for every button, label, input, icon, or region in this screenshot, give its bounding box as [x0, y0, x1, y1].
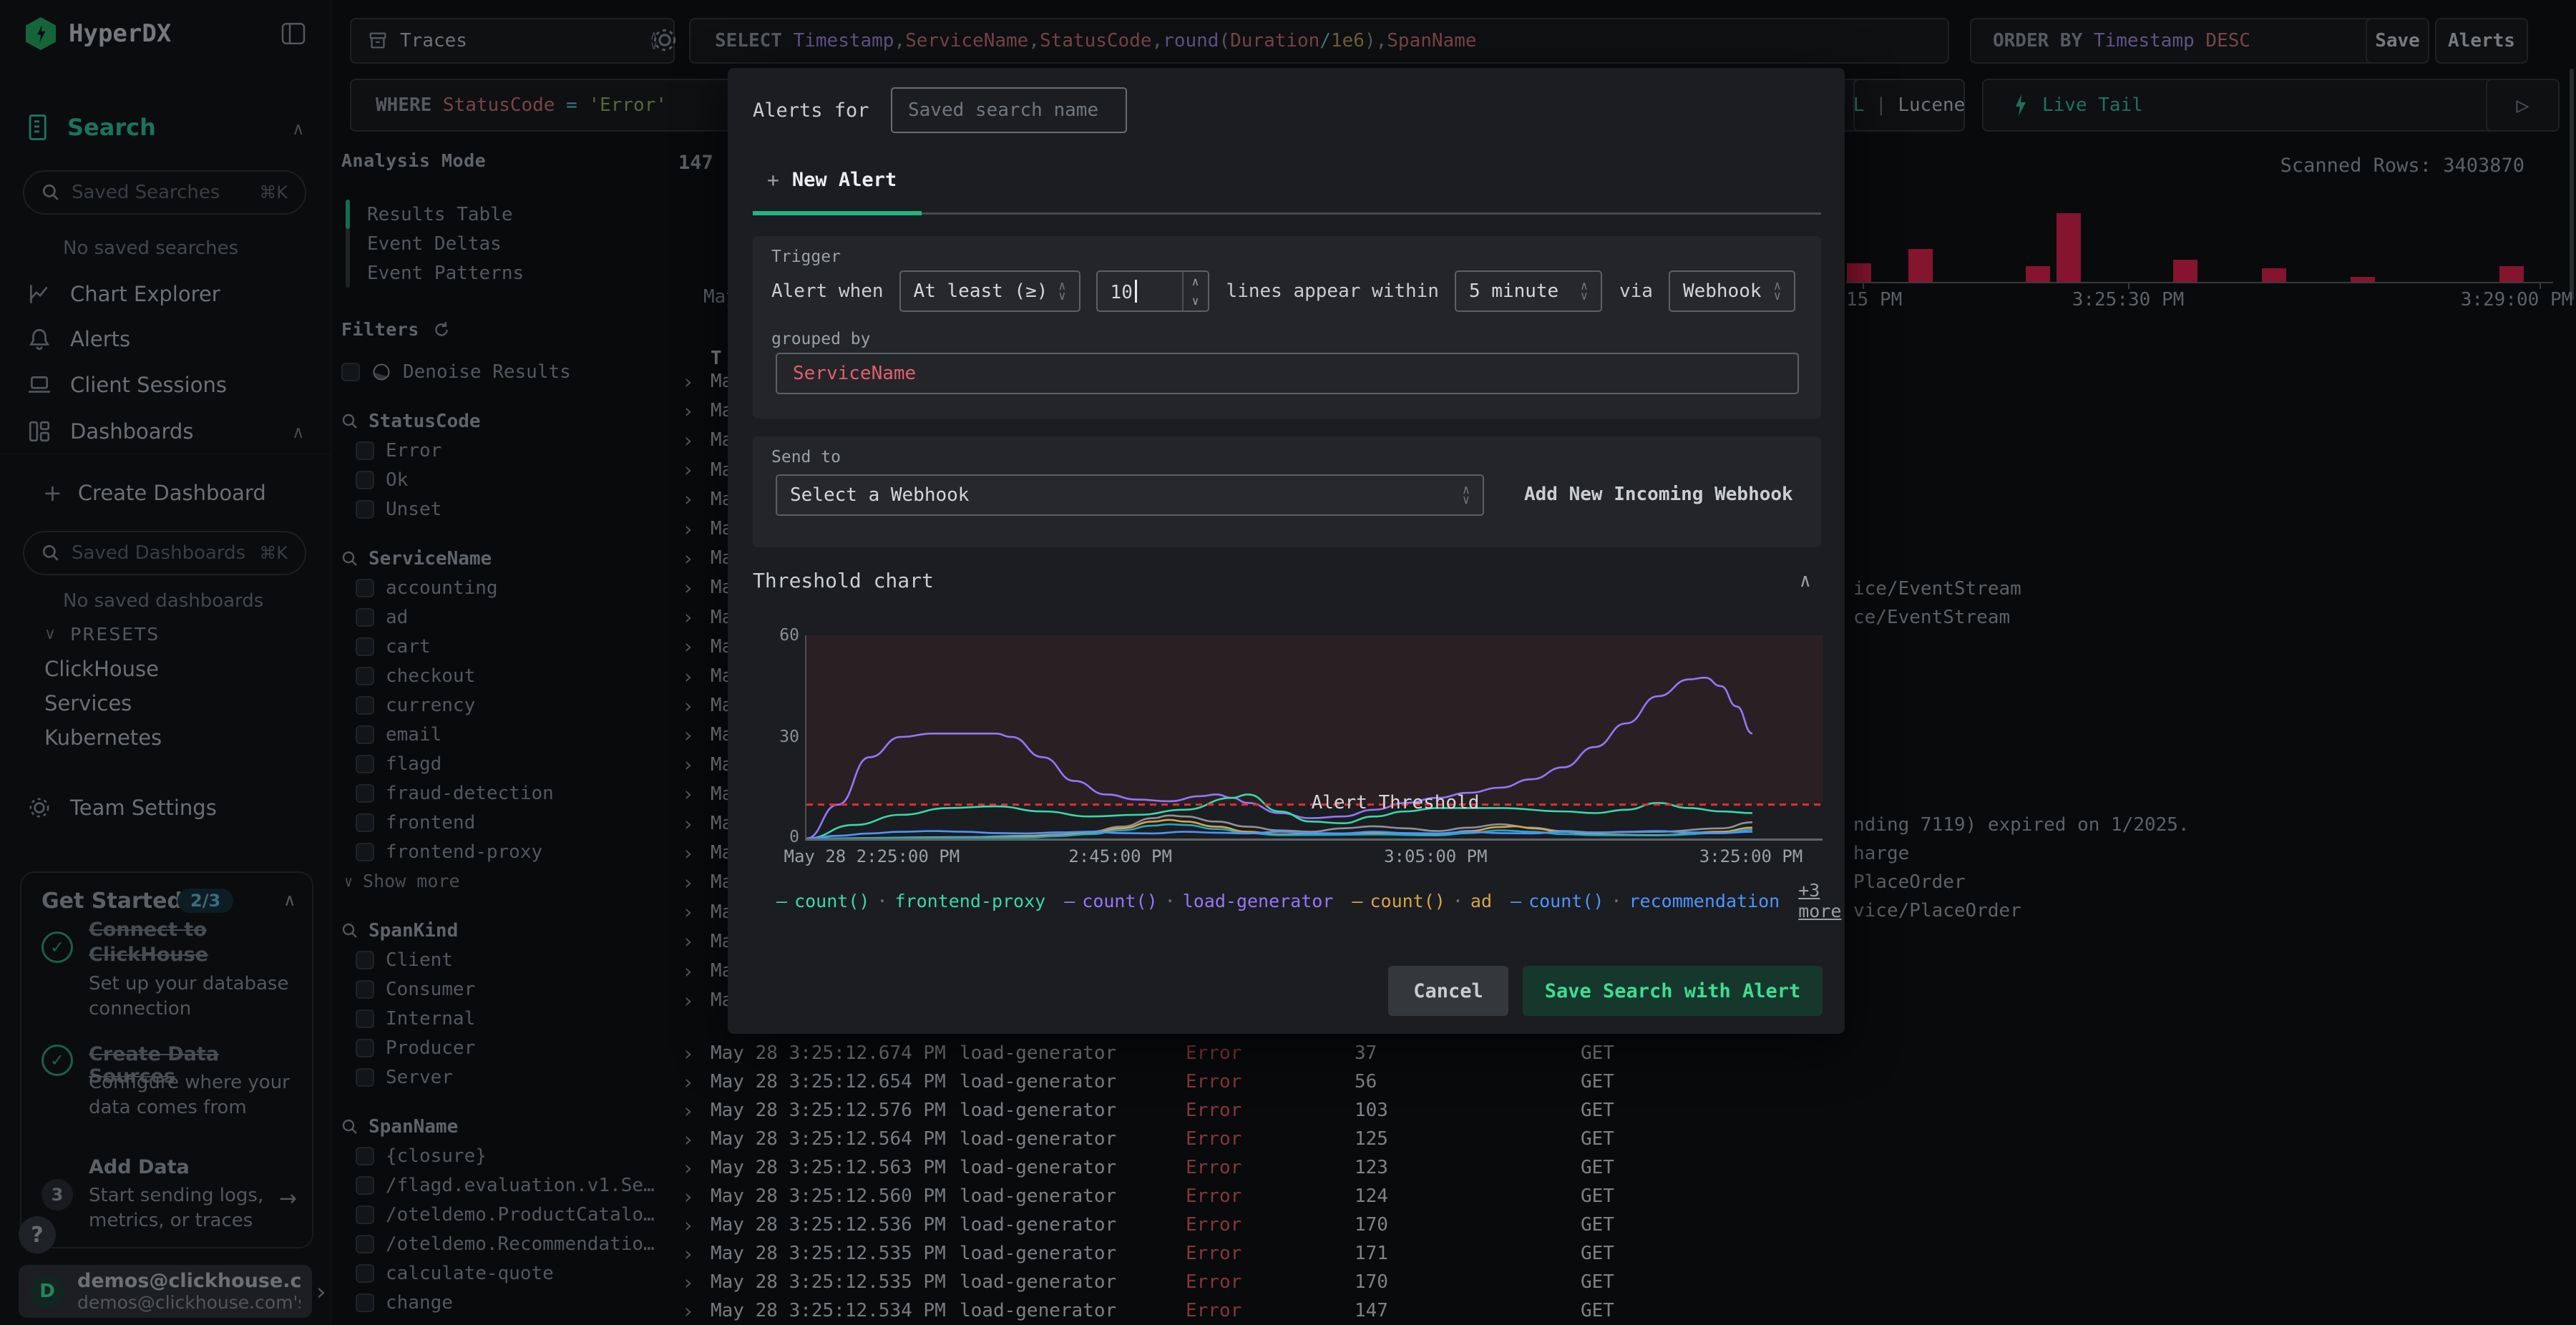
legend-dash: —: [1064, 890, 1075, 911]
tab-underline-active: [753, 211, 922, 215]
via-label: via: [1619, 280, 1653, 302]
legend-count: count(): [1528, 890, 1604, 911]
alert-threshold-text: Alert Threshold: [1311, 792, 1480, 813]
send-to-section: Send to Select a Webhook ∧ ∨ Add New Inco…: [753, 436, 1821, 547]
save-search-with-alert-button[interactable]: Save Search with Alert: [1523, 966, 1823, 1016]
send-to-label: Send to: [771, 448, 841, 466]
webhook-select[interactable]: Select a Webhook ∧ ∨: [776, 474, 1484, 516]
trigger-label: Trigger: [771, 248, 841, 266]
legend-series-name: recommendation: [1629, 890, 1780, 911]
legend-count: count(): [1370, 890, 1445, 911]
legend-series-name: ad: [1470, 890, 1492, 911]
chevron-updown-icon: ∧ ∨: [1462, 483, 1470, 507]
plus-icon: +: [767, 168, 779, 192]
tab-label: New Alert: [791, 169, 897, 191]
threshold-chart-title: Threshold chart: [753, 569, 934, 592]
legend-sep: ·: [1611, 890, 1622, 911]
threshold-number-input[interactable]: 10 ∧ ∨: [1096, 270, 1209, 312]
legend-dash: —: [776, 890, 788, 911]
legend-count: count(): [794, 890, 870, 911]
legend-sep: ·: [877, 890, 888, 911]
legend-dash: —: [1511, 890, 1522, 911]
lines-within-label: lines appear within: [1226, 280, 1439, 302]
text-caret: [1134, 279, 1137, 303]
channel-select[interactable]: Webhook ∧ ∨: [1668, 270, 1795, 312]
legend-entry[interactable]: — count() · ad: [1352, 891, 1492, 911]
chevron-updown-icon: ∧ ∨: [1773, 279, 1781, 303]
y-tick-0: 0: [789, 828, 799, 846]
legend-entry[interactable]: — count() · load-generator: [1064, 891, 1333, 911]
y-tick-60: 60: [779, 626, 799, 645]
legend-dash: —: [1352, 890, 1363, 911]
modal-title: Alerts for: [753, 99, 869, 122]
condition-select[interactable]: At least (≥) ∧ ∨: [899, 270, 1080, 312]
legend-more-link[interactable]: +3 more: [1798, 880, 1841, 921]
spinner-down-icon: ∨: [1191, 294, 1199, 308]
x-axis-labels: May 28 2:25:00 PM 2:45:00 PM 3:05:00 PM 3:2…: [784, 846, 1821, 868]
legend-series-name: frontend-proxy: [894, 890, 1046, 911]
create-alert-modal: Alerts for Saved search name + New Alert…: [728, 68, 1845, 1034]
x-axis-label: 2:45:00 PM: [1068, 846, 1172, 866]
grouped-by-input[interactable]: ServiceName: [776, 353, 1799, 394]
collapse-chart-icon[interactable]: ∧: [1800, 570, 1811, 592]
chevron-updown-icon: ∧ ∨: [1580, 279, 1588, 303]
grouped-by-value: ServiceName: [793, 363, 917, 384]
saved-search-name-placeholder: Saved search name: [908, 99, 1099, 121]
chevron-updown-icon: ∧ ∨: [1058, 279, 1066, 303]
legend-sep: ·: [1452, 890, 1463, 911]
number-spinner[interactable]: ∧ ∨: [1181, 272, 1208, 311]
trigger-section: Trigger Alert when At least (≥) ∧ ∨ 10 ∧ ∨…: [753, 236, 1821, 419]
add-webhook-button[interactable]: Add New Incoming Webhook: [1524, 484, 1793, 505]
x-axis-label: May 28 2:25:00 PM: [784, 846, 960, 866]
legend-entry[interactable]: — count() · recommendation: [1511, 891, 1780, 911]
spinner-up-icon: ∧: [1191, 275, 1199, 288]
legend-series-name: load-generator: [1182, 890, 1334, 911]
chart-legend: — count() · frontend-proxy — count() · l…: [776, 880, 1841, 921]
x-axis-label: 3:05:00 PM: [1384, 846, 1488, 866]
saved-search-name-input[interactable]: Saved search name: [891, 87, 1127, 133]
tab-underline-track: [922, 212, 1821, 215]
cancel-button[interactable]: Cancel: [1388, 966, 1508, 1016]
x-axis-label: 3:25:00 PM: [1699, 846, 1803, 866]
grouped-by-label: grouped by: [771, 330, 871, 348]
legend-sep: ·: [1164, 890, 1176, 911]
legend-count: count(): [1082, 890, 1158, 911]
legend-entry[interactable]: — count() · frontend-proxy: [776, 891, 1045, 911]
alert-when-label: Alert when: [771, 280, 884, 302]
interval-select[interactable]: 5 minute ∧ ∨: [1454, 270, 1602, 312]
y-tick-30: 30: [779, 728, 799, 746]
tab-new-alert[interactable]: + New Alert: [767, 168, 897, 192]
